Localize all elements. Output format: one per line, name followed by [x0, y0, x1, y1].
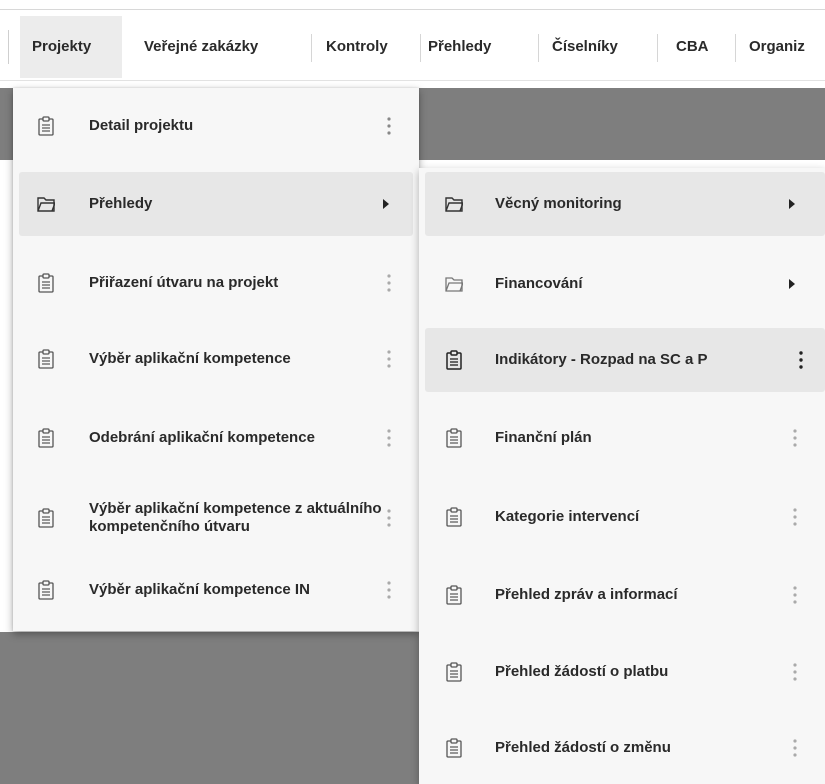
menu-item-label: Přehled žádostí o změnu [495, 739, 671, 756]
menubar-divider [311, 34, 312, 62]
kebab-menu-icon[interactable] [799, 351, 803, 369]
menu-item-prirazeni-utvaru[interactable]: Přiřazení útvaru na projekt [13, 251, 419, 315]
menu-item-odebrani-kompetence[interactable]: Odebrání aplikační kompetence [13, 406, 419, 470]
menu-item-label: Přiřazení útvaru na projekt [89, 274, 279, 291]
menu-item-label: Přehled žádostí o platbu [495, 663, 669, 680]
menu-item-prehled-zadosti-zmena[interactable]: Přehled žádostí o změnu [419, 716, 825, 780]
clipboard-icon [446, 738, 462, 758]
menu-item-label: Kategorie intervencí [495, 508, 640, 525]
menu-item-prehled-zprav[interactable]: Přehled zpráv a informací [419, 563, 825, 627]
clipboard-icon [38, 116, 54, 136]
clipboard-icon [38, 349, 54, 369]
kebab-menu-icon[interactable] [387, 509, 391, 527]
menu-item-detail-projektu[interactable]: Detail projektu [13, 94, 419, 158]
kebab-menu-icon[interactable] [793, 663, 797, 681]
menu-cba[interactable]: CBA [660, 16, 735, 78]
menu-item-vyber-kompetence-in[interactable]: Výběr aplikační kompetence IN [13, 558, 419, 622]
menu-item-indikatory[interactable]: Indikátory - Rozpad na SC a P [425, 328, 825, 392]
menubar-divider [735, 34, 736, 62]
menu-organizace[interactable]: Organiz [737, 16, 825, 78]
menu-verejne-zakazky[interactable]: Veřejné zakázky [134, 16, 309, 78]
folder-icon [445, 277, 463, 292]
menu-item-label: Finanční plán [495, 429, 592, 446]
kebab-menu-icon[interactable] [387, 274, 391, 292]
clipboard-icon [38, 428, 54, 448]
kebab-menu-icon[interactable] [387, 429, 391, 447]
menu-item-label: Detail projektu [89, 117, 194, 134]
clipboard-icon [446, 428, 462, 448]
clipboard-icon [446, 585, 462, 605]
menu-item-vyber-kompetence[interactable]: Výběr aplikační kompetence [13, 327, 419, 391]
submenu-arrow-icon [789, 279, 795, 289]
menu-item-label: Výběr aplikační kompetence [89, 350, 291, 367]
menu-item-label: Přehled zpráv a informací [495, 586, 678, 603]
prehledy-submenu: Věcný monitoring Financování Indikátory … [419, 168, 825, 784]
menubar-divider [538, 34, 539, 62]
kebab-menu-icon[interactable] [793, 739, 797, 757]
menu-projekty[interactable]: Projekty [20, 16, 122, 78]
kebab-menu-icon[interactable] [387, 350, 391, 368]
kebab-menu-icon[interactable] [793, 508, 797, 526]
folder-icon [445, 197, 463, 212]
main-menubar: Projekty Veřejné zakázky Kontroly Přehle… [0, 14, 825, 81]
menu-item-label: Financování [495, 275, 583, 292]
menu-item-label: Přehledy [89, 195, 153, 212]
menu-kontroly[interactable]: Kontroly [314, 16, 420, 78]
menu-item-kategorie-intervenci[interactable]: Kategorie intervencí [419, 485, 825, 549]
projekty-dropdown: Detail projektu Přehledy Přiřazení útvar… [13, 88, 419, 631]
top-border [0, 0, 825, 10]
menu-item-prehled-zadosti-platba[interactable]: Přehled žádostí o platbu [419, 640, 825, 704]
menu-ciselniky[interactable]: Číselníky [540, 16, 656, 78]
clipboard-icon [38, 273, 54, 293]
submenu-arrow-icon [789, 199, 795, 209]
menu-item-financni-plan[interactable]: Finanční plán [419, 406, 825, 470]
menu-item-prehledy[interactable]: Přehledy [19, 172, 413, 236]
kebab-menu-icon[interactable] [793, 586, 797, 604]
menu-item-label: Výběr aplikační kompetence z aktuálního … [89, 500, 382, 535]
menubar-divider [657, 34, 658, 62]
menu-item-label: Odebrání aplikační kompetence [89, 429, 315, 446]
menu-item-label: Věcný monitoring [495, 195, 622, 212]
menu-item-vyber-kompetence-utvaru[interactable]: Výběr aplikační kompetence z aktuálního … [13, 480, 419, 556]
kebab-menu-icon[interactable] [387, 117, 391, 135]
clipboard-icon [446, 350, 462, 370]
menu-item-label: Indikátory - Rozpad na SC a P [495, 351, 708, 368]
menubar-divider [8, 30, 9, 64]
clipboard-icon [446, 662, 462, 682]
menu-item-label: Výběr aplikační kompetence IN [89, 581, 310, 598]
clipboard-icon [38, 580, 54, 600]
kebab-menu-icon[interactable] [387, 581, 391, 599]
submenu-arrow-icon [383, 199, 389, 209]
menu-item-vecny-monitoring[interactable]: Věcný monitoring [425, 172, 825, 236]
menu-prehledy[interactable]: Přehledy [421, 16, 538, 78]
clipboard-icon [38, 508, 54, 528]
folder-icon [37, 197, 55, 212]
clipboard-icon [446, 507, 462, 527]
kebab-menu-icon[interactable] [793, 429, 797, 447]
menu-item-financovani[interactable]: Financování [419, 252, 825, 316]
